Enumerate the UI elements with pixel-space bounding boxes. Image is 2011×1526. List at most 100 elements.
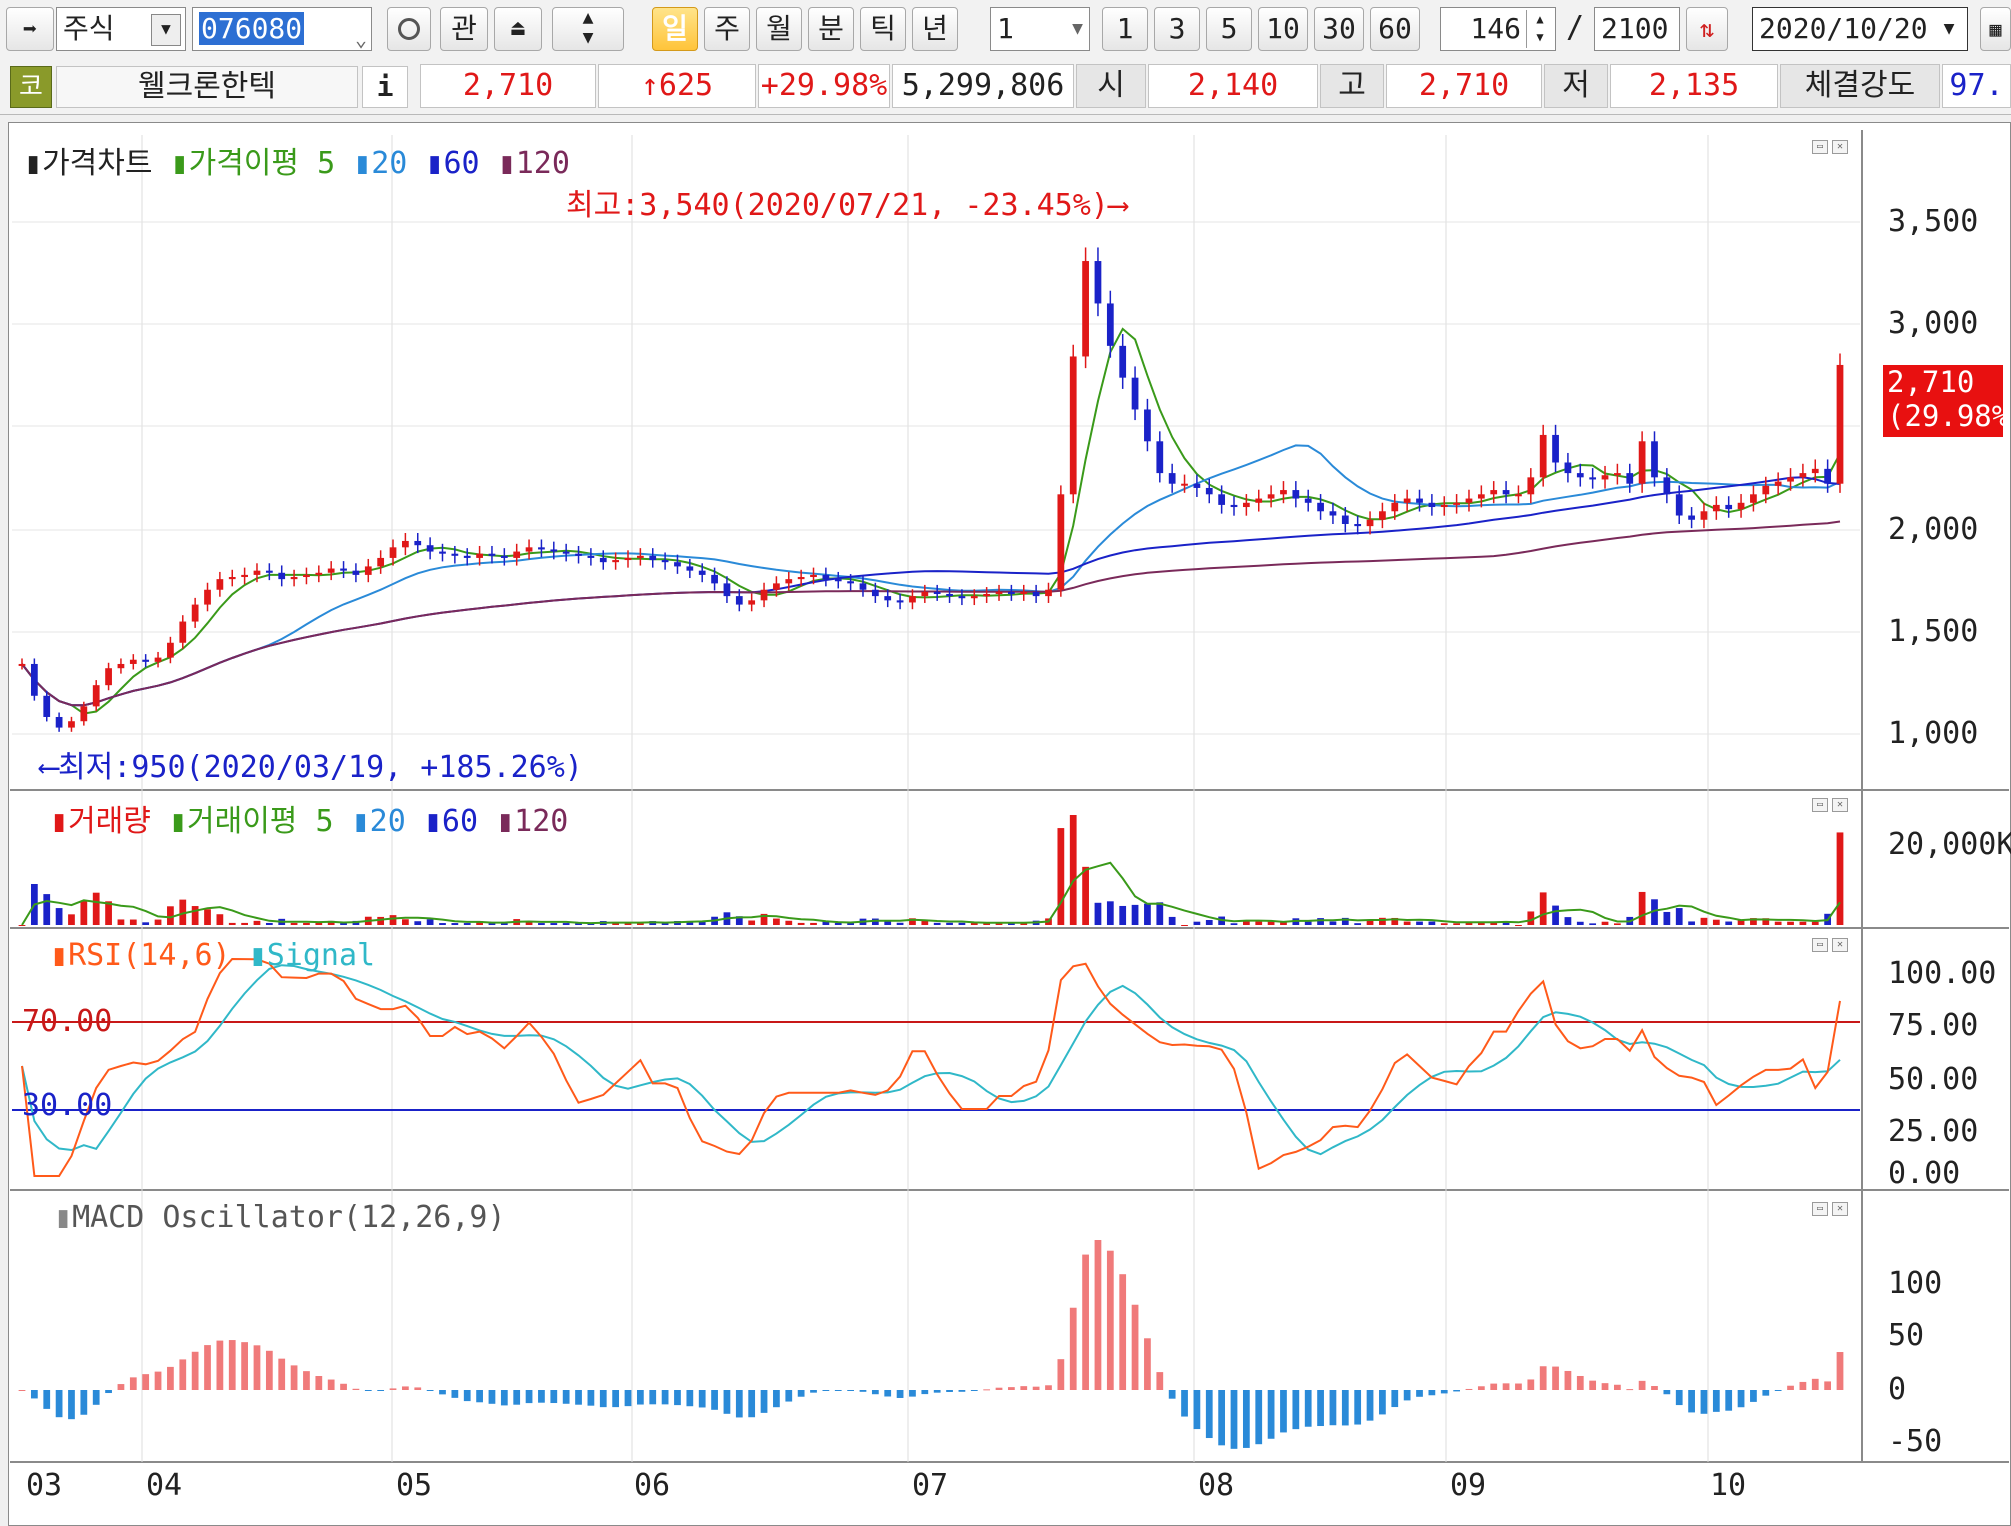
minimize-icon[interactable]: ▭ — [1812, 1202, 1828, 1216]
minimize-icon[interactable]: ▭ — [1812, 140, 1828, 154]
volume-bar — [92, 892, 100, 925]
price-ma-120: 120 — [515, 146, 570, 181]
volume-bar — [439, 923, 446, 925]
candle — [1675, 494, 1683, 516]
macd-bar — [1762, 1390, 1770, 1396]
price-low-annotation: ⟵최저:950(2020/03/19, +185.26%) — [40, 750, 583, 785]
candle — [1317, 502, 1324, 512]
macd-bar — [649, 1390, 657, 1405]
candle — [1712, 504, 1720, 512]
volume-bar — [1638, 891, 1646, 925]
candle — [884, 596, 892, 601]
x-tick-month: 10 — [1710, 1468, 1747, 1503]
rsi-panel-legend: ▮RSI(14,6) ▮Signal — [50, 938, 376, 973]
candle — [1465, 498, 1473, 503]
macd-ytick: 50 — [1888, 1318, 1925, 1353]
candle — [1057, 494, 1065, 590]
macd-bar — [1354, 1390, 1362, 1425]
macd-bar — [1651, 1386, 1658, 1390]
candle — [1515, 494, 1522, 497]
candle — [204, 589, 211, 605]
macd-bar — [463, 1390, 471, 1402]
candle — [674, 562, 681, 567]
macd-bar — [167, 1366, 174, 1390]
macd-bar — [1416, 1390, 1423, 1397]
volume-bar — [303, 922, 310, 925]
volume-bar — [958, 922, 966, 925]
candle — [377, 557, 385, 567]
candle — [1824, 468, 1832, 484]
price-ma-line — [21, 520, 1841, 707]
volume-bar — [1552, 905, 1559, 925]
candle — [129, 659, 137, 664]
minimize-icon[interactable]: ▭ — [1812, 938, 1828, 952]
candle — [1453, 502, 1460, 505]
rsi-level-30: 30.00 — [22, 1088, 113, 1123]
volume-bar — [1663, 911, 1671, 925]
candle — [686, 566, 694, 571]
close-icon[interactable]: ✕ — [1832, 938, 1848, 952]
macd-bar — [1230, 1390, 1238, 1449]
volume-bar — [1614, 923, 1621, 925]
volume-bar — [1267, 921, 1275, 925]
candle — [402, 540, 409, 548]
macd-bar — [426, 1390, 434, 1391]
macd-bar — [1020, 1386, 1028, 1390]
candle — [797, 577, 805, 580]
candle — [142, 659, 150, 662]
candle — [352, 570, 360, 575]
volume-bar — [1836, 832, 1844, 925]
macd-bar — [575, 1390, 582, 1405]
close-icon[interactable]: ✕ — [1832, 140, 1848, 154]
candle — [1737, 502, 1745, 510]
macd-bar — [1379, 1390, 1386, 1415]
volume-bar — [426, 919, 434, 925]
candle — [105, 668, 112, 686]
candle — [1564, 462, 1572, 474]
candle — [68, 721, 75, 728]
volume-bar — [241, 922, 248, 925]
candle — [773, 583, 780, 590]
candle — [1836, 364, 1844, 484]
candle — [43, 695, 51, 717]
candle — [463, 555, 471, 558]
volume-bar — [1428, 921, 1436, 925]
x-tick-month: 04 — [146, 1468, 183, 1503]
close-icon[interactable]: ✕ — [1832, 1202, 1848, 1216]
candle — [624, 557, 632, 561]
macd-bar — [1552, 1366, 1559, 1390]
candle — [500, 555, 508, 558]
x-tick-month: 05 — [396, 1468, 433, 1503]
macd-bar — [1193, 1390, 1201, 1430]
candle — [538, 547, 545, 550]
volume-bar — [550, 923, 558, 925]
macd-bar — [80, 1390, 88, 1415]
candle — [1230, 504, 1238, 508]
macd-bar — [698, 1390, 706, 1408]
minimize-icon[interactable]: ▭ — [1812, 798, 1828, 812]
candle — [92, 685, 100, 707]
volume-bar — [1057, 828, 1065, 925]
candle — [154, 657, 162, 662]
candle — [1304, 498, 1312, 503]
candle — [1477, 494, 1485, 499]
macd-bar — [674, 1390, 681, 1406]
macd-bar — [377, 1390, 385, 1391]
macd-bar — [352, 1388, 360, 1390]
close-icon[interactable]: ✕ — [1832, 798, 1848, 812]
macd-bar — [1824, 1381, 1832, 1390]
macd-bar — [117, 1384, 125, 1390]
macd-bar — [1675, 1390, 1683, 1406]
macd-bar — [995, 1387, 1003, 1390]
candle — [599, 557, 607, 563]
volume-bar — [43, 894, 51, 925]
macd-bar — [1082, 1254, 1089, 1390]
macd-bar — [921, 1390, 929, 1395]
macd-bar — [896, 1390, 904, 1398]
volume-bar — [80, 900, 88, 925]
macd-bar — [1638, 1380, 1646, 1390]
macd-bar — [847, 1390, 854, 1391]
macd-bar — [723, 1390, 731, 1414]
macd-bar — [661, 1390, 669, 1405]
volume-ma-60: 60 — [441, 804, 479, 839]
